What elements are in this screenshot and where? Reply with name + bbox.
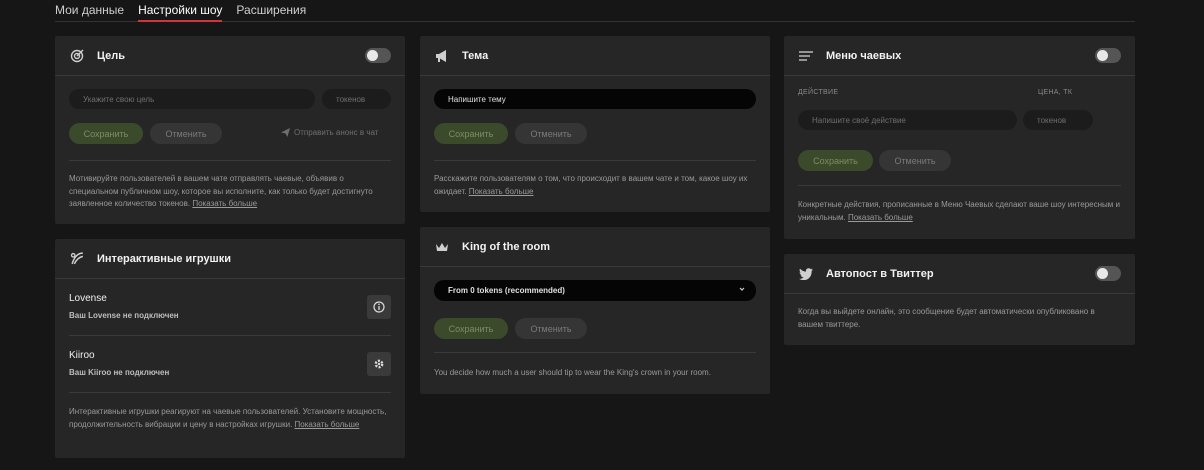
toys-divider-2 xyxy=(69,392,391,393)
price-column-label: ЦЕНА, ТК xyxy=(1038,89,1073,96)
toys-divider-1 xyxy=(69,335,391,336)
king-title: King of the room xyxy=(462,240,550,253)
toys-header: Интерактивные игрушки xyxy=(55,239,405,279)
topic-description: Расскажите пользователям о том, что прои… xyxy=(434,173,756,198)
tip-menu-divider xyxy=(798,185,1121,186)
twitter-description: Когда вы выйдете онлайн, это сообщение б… xyxy=(798,307,1095,329)
tab-my-data[interactable]: Мои данные xyxy=(55,0,124,22)
topic-card: Тема Сохранить Отменить Расскажите польз… xyxy=(420,36,770,212)
megaphone-icon xyxy=(434,48,450,64)
twitter-header: Автопост в Твиттер xyxy=(784,254,1135,294)
twitter-title: Автопост в Твиттер xyxy=(826,267,934,280)
goal-header: Цель xyxy=(55,36,405,76)
announce-link[interactable]: Отправить анонс в чат xyxy=(281,128,378,137)
goal-divider xyxy=(69,160,391,161)
toys-show-more-link[interactable]: Показать больше xyxy=(295,420,360,429)
announce-label: Отправить анонс в чат xyxy=(294,128,379,137)
target-icon xyxy=(69,48,85,64)
goal-show-more-link[interactable]: Показать больше xyxy=(192,199,257,208)
goal-card: Цель Сохранить Отменить Отправить анонс … xyxy=(55,36,405,224)
topic-show-more-link[interactable]: Показать больше xyxy=(469,187,534,196)
toys-title: Интерактивные игрушки xyxy=(97,252,231,265)
toys-icon xyxy=(69,251,85,267)
tip-cancel-button[interactable]: Отменить xyxy=(879,150,951,171)
menu-lines-icon xyxy=(798,48,814,64)
king-cancel-button[interactable]: Отменить xyxy=(515,318,587,339)
info-icon xyxy=(373,301,385,313)
gear-icon xyxy=(374,359,384,369)
tip-menu-desc-text: Конкретные действия, прописанные в Меню … xyxy=(798,200,1120,222)
goal-description: Мотивируйте пользователей в вашем чате о… xyxy=(69,173,391,211)
tip-action-input[interactable] xyxy=(798,110,1017,130)
toys-description: Интерактивные игрушки реагируют на чаевы… xyxy=(69,406,391,431)
twitter-icon xyxy=(798,266,814,282)
tip-menu-show-more-link[interactable]: Показать больше xyxy=(848,213,913,222)
king-save-button[interactable]: Сохранить xyxy=(434,318,508,339)
goal-input[interactable] xyxy=(69,89,315,109)
tip-menu-card: Меню чаевых ДЕЙСТВИЕ ЦЕНА, ТК Сохранить … xyxy=(784,36,1135,239)
topic-header: Тема xyxy=(420,36,770,76)
goal-tokens-input[interactable] xyxy=(322,89,391,109)
tip-menu-header: Меню чаевых xyxy=(784,36,1135,76)
lovense-info-button[interactable] xyxy=(367,295,391,319)
crown-icon xyxy=(434,239,450,255)
topic-title: Тема xyxy=(462,49,489,62)
king-divider xyxy=(434,352,756,353)
toy-status-kiiroo: Ваш Kiiroo не подключен xyxy=(69,368,170,377)
twitter-card: Автопост в Твиттер Когда вы выйдете онла… xyxy=(784,254,1135,345)
topic-cancel-button[interactable]: Отменить xyxy=(515,123,587,144)
topic-input[interactable] xyxy=(434,89,756,109)
toy-status-lovense: Ваш Lovense не подключен xyxy=(69,311,179,320)
tip-save-button[interactable]: Сохранить xyxy=(798,150,873,171)
goal-save-button[interactable]: Сохранить xyxy=(69,123,143,144)
tip-menu-description: Конкретные действия, прописанные в Меню … xyxy=(798,199,1121,224)
settings-tabs: Мои данные Настройки шоу Расширения xyxy=(55,0,1135,22)
toy-name-lovense: Lovense xyxy=(69,293,107,304)
topic-divider xyxy=(434,160,756,161)
send-icon xyxy=(281,128,290,137)
toy-name-kiiroo: Kiiroo xyxy=(69,350,95,361)
king-tokens-select[interactable]: From 0 tokens (recommended) xyxy=(434,280,756,301)
goal-toggle[interactable] xyxy=(365,48,391,63)
goal-title: Цель xyxy=(97,49,126,62)
action-column-label: ДЕЙСТВИЕ xyxy=(798,89,839,96)
toggle-knob xyxy=(367,50,378,61)
goal-cancel-button[interactable]: Отменить xyxy=(150,123,222,144)
tip-tokens-input[interactable] xyxy=(1023,110,1093,130)
chevron-down-icon xyxy=(739,287,745,291)
tab-show-settings[interactable]: Настройки шоу xyxy=(138,0,223,22)
tip-menu-title: Меню чаевых xyxy=(826,49,902,62)
tab-extensions[interactable]: Расширения xyxy=(236,0,306,22)
king-description: You decide how much a user should tip to… xyxy=(434,368,711,377)
toggle-knob xyxy=(1097,50,1108,61)
king-card: King of the room From 0 tokens (recommen… xyxy=(420,227,770,394)
king-header: King of the room xyxy=(420,227,770,267)
king-select-value: From 0 tokens (recommended) xyxy=(448,286,565,295)
topic-save-button[interactable]: Сохранить xyxy=(434,123,508,144)
toggle-knob xyxy=(1097,268,1108,279)
toys-card: Интерактивные игрушки Lovense Ваш Lovens… xyxy=(55,239,405,458)
twitter-toggle[interactable] xyxy=(1095,266,1121,281)
tip-menu-toggle[interactable] xyxy=(1095,48,1121,63)
kiiroo-settings-button[interactable] xyxy=(367,352,391,376)
